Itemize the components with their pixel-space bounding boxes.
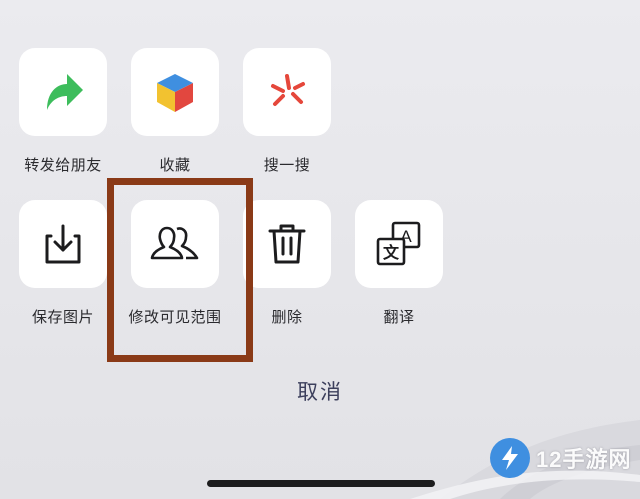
- forward-to-friend-label: 转发给朋友: [24, 156, 102, 174]
- delete-button[interactable]: [243, 200, 331, 288]
- translate-button[interactable]: A 文: [355, 200, 443, 288]
- trash-icon: [268, 224, 306, 264]
- forward-to-friend-button[interactable]: [19, 48, 107, 136]
- watermark: 12手游网: [490, 438, 631, 478]
- share-action-sheet: 转发给朋友 收藏 搜一搜 保存图片 修改可见范围 删除 A 文 翻译 取消 12…: [0, 0, 640, 499]
- lightning-logo-icon: [490, 438, 530, 478]
- save-download-icon: [45, 224, 81, 264]
- forward-arrow-icon: [47, 74, 83, 110]
- search-button[interactable]: [243, 48, 331, 136]
- highlight-annotation-box: [107, 178, 253, 362]
- save-image-button[interactable]: [19, 200, 107, 288]
- search-label: 搜一搜: [263, 156, 311, 174]
- cancel-button[interactable]: 取消: [260, 374, 380, 410]
- favorite-button[interactable]: [131, 48, 219, 136]
- favorite-label: 收藏: [159, 156, 191, 174]
- translate-glyph-b: 文: [383, 243, 400, 262]
- translate-label: 翻译: [383, 308, 415, 326]
- translate-icon: A 文: [376, 221, 421, 266]
- favorite-cube-icon: [157, 74, 193, 112]
- home-indicator: [207, 480, 435, 487]
- watermark-text: 12手游网: [536, 447, 632, 472]
- search-spark-icon: [271, 74, 305, 106]
